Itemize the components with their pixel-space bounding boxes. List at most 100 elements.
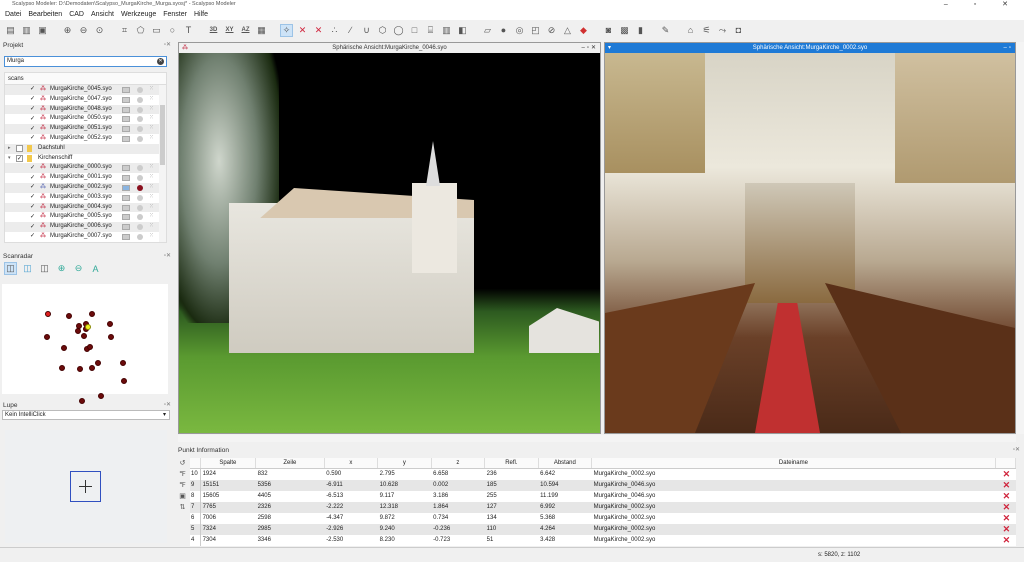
points-icon[interactable]: ∴ [328, 24, 341, 37]
view-az-icon[interactable]: AZ [239, 24, 252, 37]
zoom-out-icon[interactable]: ⊖ [72, 262, 85, 275]
visibility-checkbox[interactable]: ✓ [29, 204, 36, 211]
station-toggle-icon[interactable] [137, 204, 143, 211]
tree-folder[interactable]: ▸ Dachstuhl [5, 143, 166, 154]
zoom-fit-icon[interactable]: A [89, 262, 102, 275]
station-toggle-icon[interactable] [137, 126, 143, 133]
delete-point-icon[interactable]: ✕ [995, 479, 1016, 491]
cloud-toggle-icon[interactable]: ⁙ [149, 203, 154, 213]
station-toggle-icon[interactable] [137, 233, 143, 240]
station-toggle-icon[interactable] [137, 175, 143, 182]
scan-position-marker[interactable] [98, 393, 104, 399]
measure-icon[interactable]: ✎ [659, 24, 672, 37]
image-toggle-icon[interactable] [122, 224, 130, 231]
cloud-toggle-icon[interactable]: ⁙ [149, 95, 154, 105]
cloud-toggle-icon[interactable]: ⁙ [149, 173, 154, 183]
tree-scan-item[interactable]: ✓ ⁂ MurgaKirche_0052.syo ⁙ [5, 134, 166, 144]
table-row[interactable]: 9 15151 5356 -6.911 10.628 0.002 185 10.594 Murg… [190, 479, 1016, 491]
active-scan-marker[interactable] [85, 324, 91, 330]
scan-position-marker[interactable] [75, 328, 81, 334]
station-toggle-icon[interactable] [137, 165, 143, 172]
spherical-view-0046[interactable]: ⁂ Sphärische Ansicht:MurgaKirche_0046.syo… [178, 42, 601, 434]
cloud-toggle-icon[interactable]: ⁙ [149, 222, 154, 232]
undo-icon[interactable]: ↺ [177, 459, 188, 469]
visibility-checkbox[interactable] [16, 145, 23, 153]
line-icon[interactable]: ∕ [344, 24, 357, 37]
select-polygon-icon[interactable]: ⬠ [134, 24, 147, 37]
grid-icon[interactable]: ⌸ [424, 24, 437, 37]
image-toggle-icon[interactable] [122, 184, 130, 191]
menu-hilfe[interactable]: Hilfe [194, 9, 208, 20]
tree-scan-item[interactable]: ✓ ⁂ MurgaKirche_0006.syo ⁙ [5, 222, 166, 232]
delete-point-icon[interactable]: ✕ [995, 468, 1015, 480]
scan-position-marker[interactable] [61, 345, 67, 351]
export-icon[interactable]: ⤳ [716, 24, 729, 37]
cloud-toggle-icon[interactable]: ⁙ [149, 193, 154, 203]
fx-icon[interactable]: ℉ [177, 470, 188, 480]
table-row[interactable]: 10 1924 832 0.590 2.795 6.658 236 6.642 MurgaKir… [190, 468, 1016, 480]
image-toggle-icon[interactable] [122, 175, 130, 182]
column-header-0[interactable]: Spalte [200, 458, 257, 469]
scan-position-marker[interactable] [121, 378, 127, 384]
image-toggle-icon[interactable] [122, 96, 130, 103]
image-toggle-icon[interactable] [122, 106, 130, 113]
sphere-icon[interactable]: ● [497, 24, 510, 37]
menu-cad[interactable]: CAD [69, 9, 84, 20]
cube-side-icon[interactable]: ◫ [38, 262, 51, 275]
column-header-4[interactable]: z [431, 458, 486, 469]
clear-search-icon[interactable]: ✕ [157, 58, 164, 65]
scan-position-marker[interactable] [120, 360, 126, 366]
scan-position-marker[interactable] [107, 321, 113, 327]
column-header-5[interactable]: Refl. [484, 458, 539, 469]
scan-position-marker[interactable] [89, 365, 95, 371]
tree-scan-item[interactable]: ✓ ⁂ MurgaKirche_0050.syo ⁙ [5, 114, 166, 124]
tree-folder[interactable]: ▾ ✓ Kirchenschiff [5, 154, 166, 164]
marker-icon[interactable]: ▮ [634, 24, 647, 37]
scan-position-marker[interactable] [66, 313, 72, 319]
cloud-toggle-icon[interactable]: ⁙ [149, 134, 154, 144]
tree-scan-item[interactable]: ✓ ⁂ MurgaKirche_0048.syo ⁙ [5, 104, 166, 115]
menu-datei[interactable]: Datei [5, 9, 21, 20]
tree-scan-item[interactable]: ✓ ⁂ MurgaKirche_0003.syo ⁙ [5, 193, 166, 203]
expand-arrow-icon[interactable]: ▸ [8, 144, 16, 154]
visibility-checkbox[interactable]: ✓ [29, 184, 36, 191]
text-icon[interactable]: T [182, 24, 195, 37]
select-rect-icon[interactable]: ▭ [150, 24, 163, 37]
scan-position-marker[interactable] [81, 333, 87, 339]
open-project-icon[interactable]: ▤ [4, 24, 17, 37]
select-circle-icon[interactable]: ○ [166, 24, 179, 37]
delete-point-icon[interactable]: ✕ [995, 513, 1015, 524]
tree-scan-item[interactable]: ✓ ⁂ MurgaKirche_0004.syo ⁙ [5, 202, 166, 213]
menu-fenster[interactable]: Fenster [163, 9, 187, 20]
visibility-checkbox[interactable]: ✓ [29, 106, 36, 113]
spherical-view-0002[interactable]: ▾ Sphärische Ansicht:MurgaKirche_0002.syo… [604, 42, 1016, 434]
polyline-icon[interactable]: ∪ [360, 24, 373, 37]
menu-werkzeuge[interactable]: Werkzeuge [121, 9, 156, 20]
cloud-toggle-icon[interactable]: ⁙ [149, 124, 154, 134]
rectangle-icon[interactable]: □ [408, 24, 421, 37]
visibility-checkbox[interactable]: ✓ [29, 233, 36, 240]
view-xy-icon[interactable]: XY [223, 24, 236, 37]
visibility-checkbox[interactable]: ✓ [29, 126, 36, 133]
cloud-toggle-icon[interactable]: ⁙ [149, 232, 154, 242]
cube-top-icon[interactable]: ◫ [21, 262, 34, 275]
column-header-3[interactable]: y [377, 458, 432, 469]
scan-position-marker[interactable] [95, 360, 101, 366]
cloud-toggle-icon[interactable]: ⁙ [149, 85, 154, 95]
cloud-toggle-icon[interactable]: ⁙ [149, 212, 154, 222]
visibility-checkbox[interactable]: ✓ [29, 135, 36, 142]
cloud-toggle-icon[interactable]: ⁙ [149, 163, 154, 173]
column-header-7[interactable]: Dateiname [591, 458, 996, 469]
scan-position-marker[interactable] [44, 334, 50, 340]
image-icon[interactable]: ▦ [255, 24, 268, 37]
sort-icon[interactable]: ⇅ [177, 503, 188, 513]
image-toggle-icon[interactable] [122, 194, 130, 201]
table-row[interactable]: 7 7765 2326 -2.222 12.318 1.864 127 6.992 MurgaK… [190, 501, 1016, 513]
cloud-toggle-icon[interactable]: ⁙ [149, 105, 154, 115]
polygon-icon[interactable]: ⬡ [376, 24, 389, 37]
save-icon[interactable]: ▣ [36, 24, 49, 37]
visibility-checkbox[interactable]: ✓ [29, 194, 36, 201]
zoom-in-icon[interactable]: ⊕ [55, 262, 68, 275]
pipe-icon[interactable]: ⊘ [545, 24, 558, 37]
visibility-checkbox[interactable]: ✓ [16, 154, 23, 162]
